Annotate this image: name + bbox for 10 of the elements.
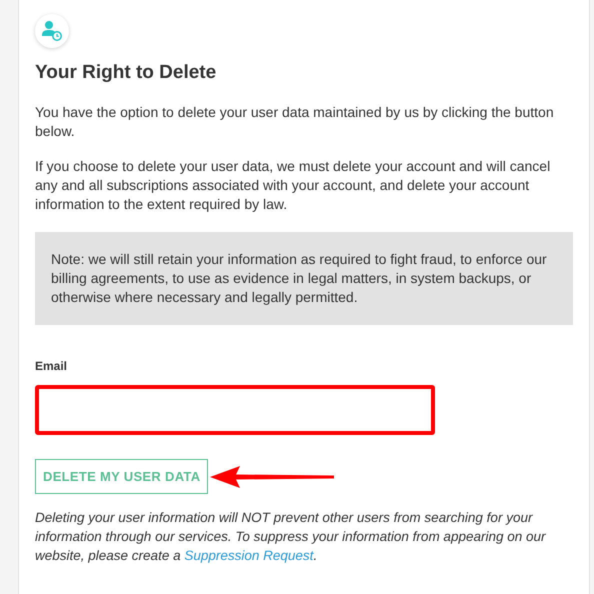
footer-text: Deleting your user information will NOT prevent other users from searching for your information through our services. To suppress your information from appearing on our website, please create a Suppression Request. xyxy=(35,509,547,566)
user-clock-icon xyxy=(41,20,63,42)
note-panel: Note: we will still retain your information as required to fight fraud, to enforce our billing agreements, to use as evidence in legal matters, in system backups, or otherwise where necessary and legally permitted. xyxy=(35,232,573,325)
paragraph: You have the option to delete your user data maintained by us by clicking the button below. xyxy=(35,102,555,141)
field-label: Email xyxy=(35,358,68,375)
delete-button[interactable]: DELETE MY USER DATA xyxy=(35,458,208,494)
paragraph: If you choose to delete your user data, we must delete your account and will cancel any and all subscriptions associated with your account, and delete your account information to the extent required by law. xyxy=(35,156,552,214)
suppression-link[interactable]: Suppression Request xyxy=(184,548,314,564)
page-title: Your Right to Delete xyxy=(35,62,218,85)
email-field[interactable] xyxy=(35,384,435,435)
